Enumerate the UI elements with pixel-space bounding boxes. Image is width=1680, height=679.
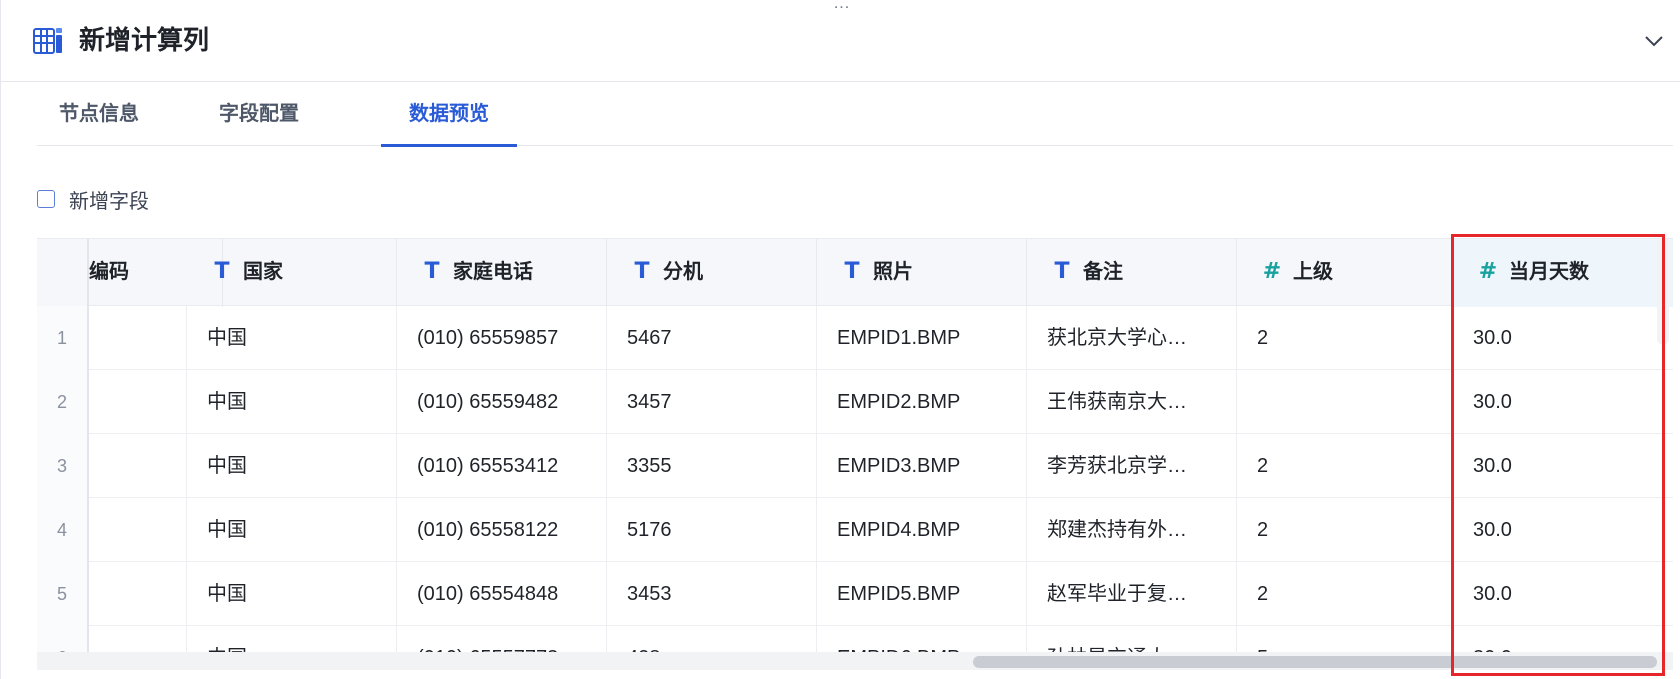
add-field-checkbox[interactable] [37,190,55,208]
cell-photo: EMPID2.BMP [817,370,1027,434]
cell-extension: 5176 [607,498,817,562]
text-type-icon: T [424,259,440,284]
tab-bar: 节点信息 字段配置 数据预览 [37,86,1673,147]
row-number: 1 [37,306,89,370]
cell-superior [1237,370,1453,434]
cell-code [89,434,187,498]
tab-field-config[interactable]: 字段配置 [197,86,321,146]
column-header-label: 家庭电话 [453,261,533,283]
cell-code [89,498,187,562]
row-number-header [37,239,89,307]
text-type-icon: T [844,259,860,284]
cell-extension: 3453 [607,562,817,626]
text-type-icon: T [1054,259,1070,284]
cell-home-phone: (010) 65559482 [397,370,607,434]
cell-notes: 郑建杰持有外… [1027,498,1237,562]
calc-column-icon [33,28,62,54]
cell-country: 中国 [187,370,397,434]
column-header-home-phone[interactable]: T 家庭电话 [397,239,607,307]
cell-extension: 3457 [607,370,817,434]
tab-node-info[interactable]: 节点信息 [37,86,161,146]
cell-superior: 2 [1237,498,1453,562]
cell-country: 中国 [187,306,397,370]
number-type-icon: # [1478,259,1498,284]
row-number: 2 [37,370,89,434]
row-number: 3 [37,434,89,498]
cell-extension: 3355 [607,434,817,498]
cell-days-in-month: 30.0 [1473,391,1512,413]
cell-code [89,370,187,434]
cell-photo: EMPID3.BMP [817,434,1027,498]
cell-country: 中国 [187,434,397,498]
data-preview-table: 编码 T 国家 T 家庭电话 T 分机 T 照片 T 备注 # 上级 # 当月天数 [37,238,1673,670]
table-row[interactable]: 5 中国 (010) 65554848 3453 EMPID5.BMP 赵军毕业… [37,562,1673,626]
row-number: 4 [37,498,89,562]
cell-notes: 赵军毕业于复… [1027,562,1237,626]
tab-data-preview[interactable]: 数据预览 [381,86,517,147]
number-type-icon: # [1262,259,1282,284]
cell-home-phone: (010) 65553412 [397,434,607,498]
text-type-icon: T [634,259,650,284]
text-type-icon: T [214,259,230,284]
cell-photo: EMPID1.BMP [817,306,1027,370]
cell-days-in-month: 30.0 [1473,327,1512,349]
panel-header: 新增计算列 [1,0,1680,82]
add-field-label: 新增字段 [69,190,149,213]
column-header-notes[interactable]: T 备注 [1027,239,1237,307]
cell-home-phone: (010) 65554848 [397,562,607,626]
cell-photo: EMPID4.BMP [817,498,1027,562]
cell-code [89,562,187,626]
row-number: 5 [37,562,89,626]
cell-days-in-month: 30.0 [1473,519,1512,541]
column-header-extension[interactable]: T 分机 [607,239,817,307]
cell-home-phone: (010) 65558122 [397,498,607,562]
column-header-label: 上级 [1293,261,1333,283]
cell-code [89,306,187,370]
compute-column-panel: ... 新增计算列 节点信息 字段配置 数据预览 新增字段 编码 T 国家 T … [0,0,1680,679]
cell-notes: 王伟获南京大… [1027,370,1237,434]
vertical-scrollbar[interactable] [1657,238,1669,344]
cell-photo: EMPID5.BMP [817,562,1027,626]
column-header-label: 分机 [663,261,703,283]
table-row[interactable]: 2 中国 (010) 65559482 3457 EMPID2.BMP 王伟获南… [37,370,1673,434]
cell-home-phone: (010) 65559857 [397,306,607,370]
add-field-toggle[interactable]: 新增字段 [37,186,149,213]
table-row[interactable]: 4 中国 (010) 65558122 5176 EMPID4.BMP 郑建杰持… [37,498,1673,562]
column-header-label: 编码 [89,261,129,283]
cell-notes: 李芳获北京学… [1027,434,1237,498]
column-header-superior[interactable]: # 上级 [1237,239,1453,307]
cell-superior: 2 [1237,562,1453,626]
column-header-country[interactable]: T 国家 [187,239,397,307]
cell-days-in-month: 30.0 [1473,455,1512,477]
column-header-label: 国家 [243,261,283,283]
horizontal-scrollbar[interactable] [37,652,1673,670]
cell-country: 中国 [187,562,397,626]
cell-notes: 获北京大学心… [1027,306,1237,370]
column-header-label: 当月天数 [1509,261,1589,283]
chevron-down-icon[interactable] [1641,28,1667,54]
cell-superior: 2 [1237,306,1453,370]
column-header-days-in-month[interactable]: # 当月天数 [1453,239,1673,307]
cell-superior: 2 [1237,434,1453,498]
cell-extension: 5467 [607,306,817,370]
table-row[interactable]: 3 中国 (010) 65553412 3355 EMPID3.BMP 李芳获北… [37,434,1673,498]
horizontal-scrollbar-thumb[interactable] [973,656,1657,668]
column-header-photo[interactable]: T 照片 [817,239,1027,307]
column-header-label: 照片 [873,261,913,283]
cell-country: 中国 [187,498,397,562]
table-header: 编码 T 国家 T 家庭电话 T 分机 T 照片 T 备注 # 上级 # 当月天数 [37,238,1673,307]
panel-title: 新增计算列 [79,25,210,55]
column-header-label: 备注 [1083,261,1123,283]
cell-days-in-month: 30.0 [1473,583,1512,605]
table-row[interactable]: 1 中国 (010) 65559857 5467 EMPID1.BMP 获北京大… [37,306,1673,370]
